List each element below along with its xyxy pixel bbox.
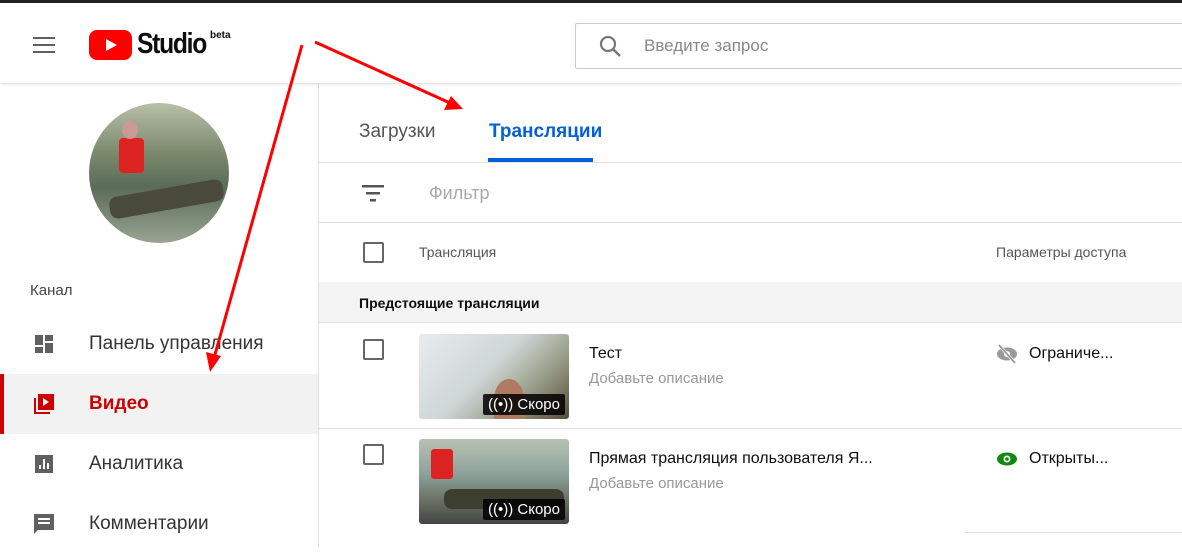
search-icon	[599, 35, 621, 57]
visibility-dropdown[interactable]: Открыты...	[995, 447, 1108, 471]
top-bar: Studio beta Введите запрос	[0, 0, 1182, 83]
video-description[interactable]: Добавьте описание	[589, 370, 724, 387]
row-divider	[965, 532, 1182, 533]
visibility-label: Ограниче...	[1029, 345, 1114, 362]
youtube-play-icon	[89, 29, 132, 60]
sidebar-item-label: Панель управления	[89, 333, 264, 354]
sidebar-item-comments[interactable]: Комментарии	[0, 494, 318, 554]
video-icon	[34, 394, 54, 414]
filter-input[interactable]: Фильтр	[429, 183, 489, 204]
column-header-stream[interactable]: Трансляция	[419, 244, 496, 260]
eye-off-icon	[997, 344, 1017, 364]
upcoming-badge: ((•)) Скоро	[483, 394, 565, 415]
select-all-checkbox[interactable]	[363, 242, 384, 263]
video-thumbnail[interactable]: ((•)) Скоро	[419, 439, 569, 524]
sidebar-item-analytics[interactable]: Аналитика	[0, 434, 318, 494]
visibility-label: Открыты...	[1029, 450, 1109, 467]
video-description[interactable]: Добавьте описание	[589, 475, 724, 492]
filter-icon[interactable]	[362, 183, 386, 203]
video-title[interactable]: Прямая трансляция пользователя Я...	[589, 450, 873, 468]
sidebar: Канал Панель управления Видео Аналитика …	[0, 83, 319, 547]
section-header: Предстоящие трансляции	[319, 282, 1182, 323]
channel-avatar[interactable]	[89, 103, 229, 243]
search-input[interactable]: Введите запрос	[575, 23, 1182, 69]
row-checkbox[interactable]	[363, 444, 384, 465]
main-content: Загрузки Трансляции Фильтр Трансляция Па…	[319, 83, 1182, 547]
row-checkbox[interactable]	[363, 339, 384, 360]
analytics-icon	[35, 455, 53, 473]
divider	[319, 222, 1182, 223]
youtube-studio-logo[interactable]: Studio beta	[89, 28, 231, 61]
divider	[319, 162, 1182, 163]
sidebar-item-video[interactable]: Видео	[0, 374, 318, 434]
upcoming-badge: ((•)) Скоро	[483, 499, 565, 520]
column-header-access[interactable]: Параметры доступа	[996, 244, 1126, 260]
menu-icon[interactable]	[33, 37, 55, 53]
visibility-dropdown[interactable]: Ограниче...	[995, 342, 1113, 366]
sidebar-item-label: Комментарии	[89, 513, 209, 534]
section-title: Предстоящие трансляции	[359, 295, 540, 311]
search-placeholder: Введите запрос	[644, 36, 769, 55]
row-divider	[319, 428, 1182, 429]
tab-live[interactable]: Трансляции	[489, 121, 602, 143]
sidebar-item-label: Видео	[89, 393, 149, 414]
video-title[interactable]: Тест	[589, 345, 622, 363]
logo-text: Studio	[137, 28, 207, 60]
section-label: Канал	[30, 282, 73, 299]
beta-badge: beta	[210, 30, 231, 41]
video-thumbnail[interactable]: ((•)) Скоро	[419, 334, 569, 419]
eye-icon	[997, 452, 1017, 466]
sidebar-item-label: Аналитика	[89, 453, 184, 474]
sidebar-item-dashboard[interactable]: Панель управления	[0, 314, 318, 374]
dashboard-icon	[35, 335, 53, 353]
tab-uploads[interactable]: Загрузки	[359, 121, 435, 143]
comments-icon	[34, 514, 54, 534]
